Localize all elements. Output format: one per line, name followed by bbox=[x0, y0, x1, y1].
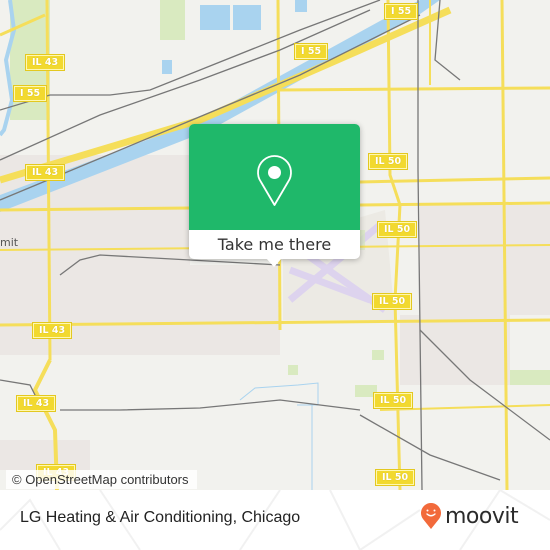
location-pin-icon bbox=[257, 155, 292, 206]
highway-shield-il50: IL 50 bbox=[372, 392, 414, 409]
highway-shield-il43: IL 43 bbox=[24, 164, 66, 181]
highway-shield-il43: IL 43 bbox=[24, 54, 66, 71]
highway-shield-il50: IL 50 bbox=[374, 469, 416, 486]
highway-shield-il43: IL 43 bbox=[31, 322, 73, 339]
highway-shield-il43: IL 43 bbox=[15, 395, 57, 412]
moovit-wordmark: moovit bbox=[445, 503, 519, 529]
highway-shield-il50: IL 50 bbox=[371, 293, 413, 310]
place-name: LG Heating & Air Conditioning, Chicago bbox=[20, 509, 301, 526]
take-me-there-button[interactable]: Take me there bbox=[189, 230, 360, 259]
place-label-summit: mit bbox=[0, 236, 19, 249]
popup-pointer bbox=[266, 258, 282, 267]
popup-header[interactable] bbox=[189, 124, 360, 230]
map[interactable]: mit IL 43 IL 43 IL 43 IL 43 IL 43 I 55 I… bbox=[0, 0, 550, 490]
footer: LG Heating & Air Conditioning, Chicago m… bbox=[0, 490, 550, 550]
highway-shield-il50: IL 50 bbox=[376, 221, 418, 238]
highway-shield-i55: I 55 bbox=[383, 3, 419, 20]
highway-shield-i55: I 55 bbox=[293, 43, 329, 60]
map-attribution[interactable]: © OpenStreetMap contributors bbox=[6, 470, 197, 489]
moovit-smiley-pin-icon bbox=[421, 503, 441, 529]
highway-shield-il50: IL 50 bbox=[367, 153, 409, 170]
highway-shield-i55: I 55 bbox=[12, 85, 48, 102]
moovit-logo[interactable]: moovit bbox=[420, 502, 519, 530]
destination-popup[interactable]: Take me there bbox=[189, 124, 360, 267]
